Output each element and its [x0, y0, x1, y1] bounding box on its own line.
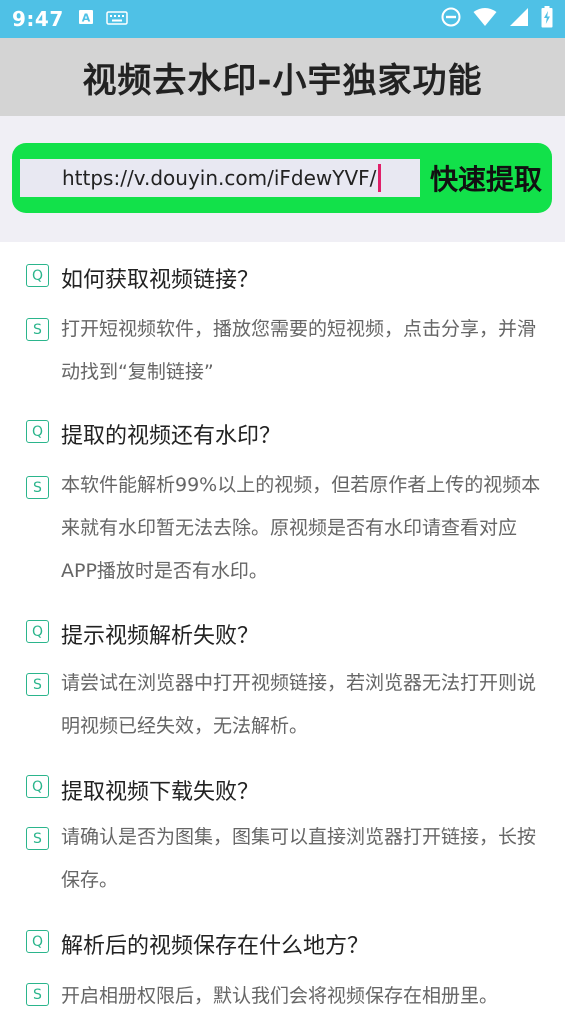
question-badge: Q [26, 264, 49, 287]
status-bar: 9:47 A [0, 0, 565, 38]
url-input-container: https://v.douyin.com/iFdewYVF/ 快速提取 [12, 143, 552, 213]
answer-badge: S [26, 476, 49, 499]
faq-question: 如何获取视频链接？ [61, 268, 260, 293]
question-badge: Q [26, 420, 49, 443]
title-bar: 视频去水印-小宇独家功能 [0, 38, 565, 116]
answer-badge: S [26, 983, 49, 1006]
svg-text:A: A [81, 12, 90, 25]
quick-extract-button[interactable]: 快速提取 [424, 153, 548, 203]
keyboard-a-icon: A [78, 9, 94, 29]
question-badge: Q [26, 775, 49, 798]
signal-icon [509, 7, 529, 31]
faq-answer: 开启相册权限后，默认我们会将视频保存在相册里。 [61, 985, 499, 1007]
question-badge: Q [26, 620, 49, 643]
text-caret [378, 164, 382, 192]
wifi-icon [473, 7, 497, 31]
faq-answer: 本软件能解析99%以上的视频，但若原作者上传的视频本来就有水印暂无法去除。原视频… [61, 474, 541, 582]
status-time: 9:47 [12, 7, 64, 31]
faq-answer: 请尝试在浏览器中打开视频链接，若浏览器无法打开则说明视频已经失效，无法解析。 [61, 672, 537, 737]
url-input-value: https://v.douyin.com/iFdewYVF/ [62, 166, 377, 190]
answer-badge: S [26, 318, 49, 341]
faq-answer: 请确认是否为图集，图集可以直接浏览器打开链接，长按保存。 [61, 826, 537, 891]
do-not-disturb-icon [441, 7, 461, 31]
answer-badge: S [26, 673, 49, 696]
url-section: https://v.douyin.com/iFdewYVF/ 快速提取 [0, 116, 565, 242]
url-input[interactable]: https://v.douyin.com/iFdewYVF/ [20, 159, 420, 197]
faq-question: 解析后的视频保存在什么地方？ [61, 934, 370, 959]
keyboard-icon [106, 10, 128, 29]
faq-question: 提取的视频还有水印？ [61, 424, 282, 449]
question-badge: Q [26, 930, 49, 953]
answer-badge: S [26, 827, 49, 850]
faq-question: 提示视频解析失败？ [61, 624, 260, 649]
faq-question: 提取视频下载失败？ [61, 780, 260, 805]
faq-answer: 打开短视频软件，播放您需要的短视频，点击分享，并滑动找到“复制链接” [61, 318, 537, 383]
battery-charging-icon [541, 6, 553, 32]
page-title: 视频去水印-小宇独家功能 [82, 60, 483, 101]
